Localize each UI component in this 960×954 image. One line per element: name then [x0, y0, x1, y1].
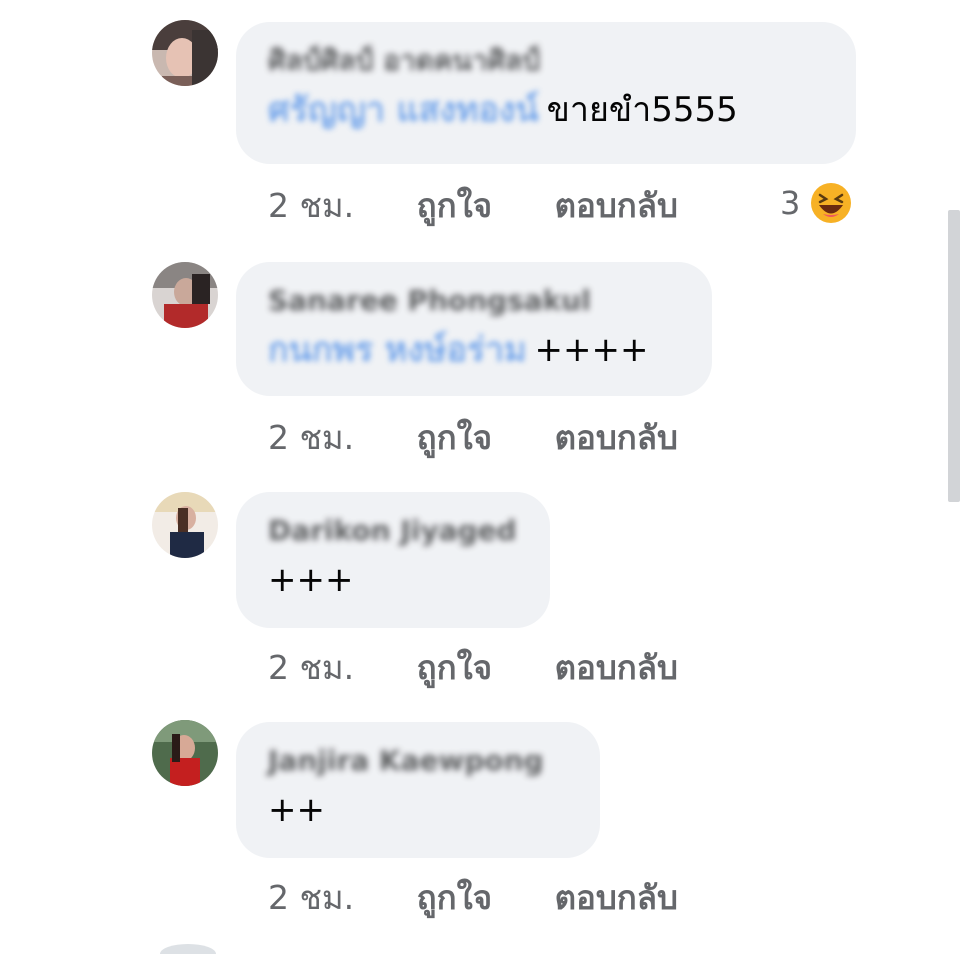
comment-body: ++	[268, 790, 566, 830]
comment-text: +++	[268, 560, 354, 600]
reply-button[interactable]: ตอบกลับ	[555, 186, 678, 226]
comment-actions: 2 ชม. ถูกใจ ตอบกลับ	[268, 418, 678, 458]
comment-text: ++	[268, 790, 325, 830]
reaction-count: 3	[780, 184, 801, 222]
comment-author[interactable]: Janjira Kaewpong	[268, 744, 544, 778]
reply-button[interactable]: ตอบกลับ	[555, 648, 678, 688]
comment-bubble: Sanaree Phongsakul กนกพร หงษ์อร่าม ++++	[236, 262, 712, 396]
comment-bubble: Janjira Kaewpong ++	[236, 722, 600, 858]
comment-text: ++++	[534, 330, 649, 370]
like-button[interactable]: ถูกใจ	[417, 878, 492, 918]
reply-button[interactable]: ตอบกลับ	[555, 418, 678, 458]
comment-time[interactable]: 2 ชม.	[268, 418, 354, 458]
like-button[interactable]: ถูกใจ	[417, 186, 492, 226]
reaction-summary[interactable]: 3	[780, 180, 854, 226]
mention-link[interactable]: ศรัญญา แสงทองน์	[268, 90, 539, 130]
comment-body: ศรัญญา แสงทองน์ ขายขำ5555	[268, 90, 822, 130]
scrollbar[interactable]	[948, 210, 960, 502]
avatar[interactable]	[152, 492, 218, 558]
comment-author[interactable]: ศิลป์ศิลป์ อาดคนาศิลป์	[268, 44, 540, 78]
mention-link[interactable]: กนกพร หงษ์อร่าม	[268, 330, 527, 370]
avatar[interactable]	[152, 262, 218, 328]
comment-author[interactable]: Sanaree Phongsakul	[268, 284, 591, 318]
comment-text: ขายขำ5555	[546, 90, 738, 130]
comment-body: +++	[268, 560, 516, 600]
next-comment-avatar	[160, 944, 216, 954]
avatar[interactable]	[152, 20, 218, 86]
like-button[interactable]: ถูกใจ	[417, 648, 492, 688]
comment-thread: ศิลป์ศิลป์ อาดคนาศิลป์ ศรัญญา แสงทองน์ ขา…	[0, 0, 960, 954]
comment-actions: 2 ชม. ถูกใจ ตอบกลับ	[268, 186, 678, 226]
comment-actions: 2 ชม. ถูกใจ ตอบกลับ	[268, 648, 678, 688]
avatar-image	[152, 492, 218, 558]
comment-body: กนกพร หงษ์อร่าม ++++	[268, 330, 678, 370]
comment-actions: 2 ชม. ถูกใจ ตอบกลับ	[268, 878, 678, 918]
avatar-image	[152, 20, 218, 86]
avatar-image	[152, 720, 218, 786]
avatar[interactable]	[152, 720, 218, 786]
comment-time[interactable]: 2 ชม.	[268, 878, 354, 918]
comment-bubble: Darikon Jiyaged +++	[236, 492, 550, 628]
comment-author[interactable]: Darikon Jiyaged	[268, 514, 517, 548]
comment-time[interactable]: 2 ชม.	[268, 648, 354, 688]
comment-bubble: ศิลป์ศิลป์ อาดคนาศิลป์ ศรัญญา แสงทองน์ ขา…	[236, 22, 856, 164]
like-button[interactable]: ถูกใจ	[417, 418, 492, 458]
comment-time[interactable]: 2 ชม.	[268, 186, 354, 226]
avatar-image	[152, 262, 218, 328]
laugh-emoji-icon	[809, 181, 854, 225]
reply-button[interactable]: ตอบกลับ	[555, 878, 678, 918]
